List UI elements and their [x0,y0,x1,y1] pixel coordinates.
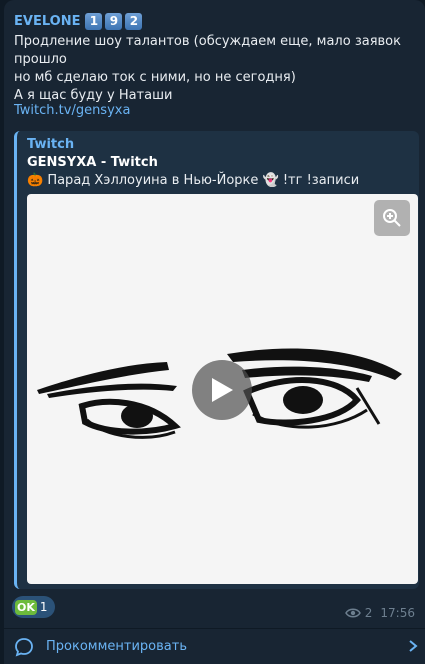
reaction-emoji: OK [15,599,37,615]
message-link[interactable]: Twitch.tv/gensyxa [14,103,130,118]
message-line: Продление шоу талантов (обсуждаем еще, м… [14,34,401,67]
preview-image[interactable] [27,194,418,584]
author-header[interactable]: EVELONE 1 9 2 [14,12,143,30]
eye-icon [344,608,361,618]
comment-icon [15,638,33,657]
zoom-in-icon [383,209,401,227]
message-text: Продление шоу талантов (обсуждаем еще, м… [14,33,414,105]
comments-label: Прокомментировать [46,639,187,654]
author-badge-digit: 9 [105,12,123,30]
play-button[interactable] [192,360,252,420]
link-preview[interactable]: Twitch GENSYXA - Twitch 🎃 Парад Хэллоуин… [14,131,419,589]
zoom-button[interactable] [374,200,410,236]
preview-site-name: Twitch [27,137,75,152]
message-meta: 2 17:56 [344,606,415,620]
message-line: но мб сделаю ток с ними, но не сегодня) [14,70,296,85]
preview-title: GENSYXA - Twitch [27,155,158,170]
author-badge-digit: 2 [125,12,143,30]
message-time: 17:56 [380,606,415,620]
author-name[interactable]: EVELONE [14,14,80,29]
view-count: 2 [364,606,373,620]
chevron-right-icon [409,640,418,652]
reaction-chip[interactable]: OK 1 [12,596,55,618]
reaction-count: 1 [39,600,48,614]
message-bubble: EVELONE 1 9 2 Продление шоу талантов (об… [4,0,425,664]
author-badge-digit: 1 [85,12,103,30]
play-icon [212,378,233,402]
preview-description: 🎃 Парад Хэллоуина в Нью-Йорке 👻 !тг !зап… [27,173,360,188]
message-footer: OK 1 2 17:56 [4,596,425,620]
comments-button[interactable]: Прокомментировать [4,629,425,664]
